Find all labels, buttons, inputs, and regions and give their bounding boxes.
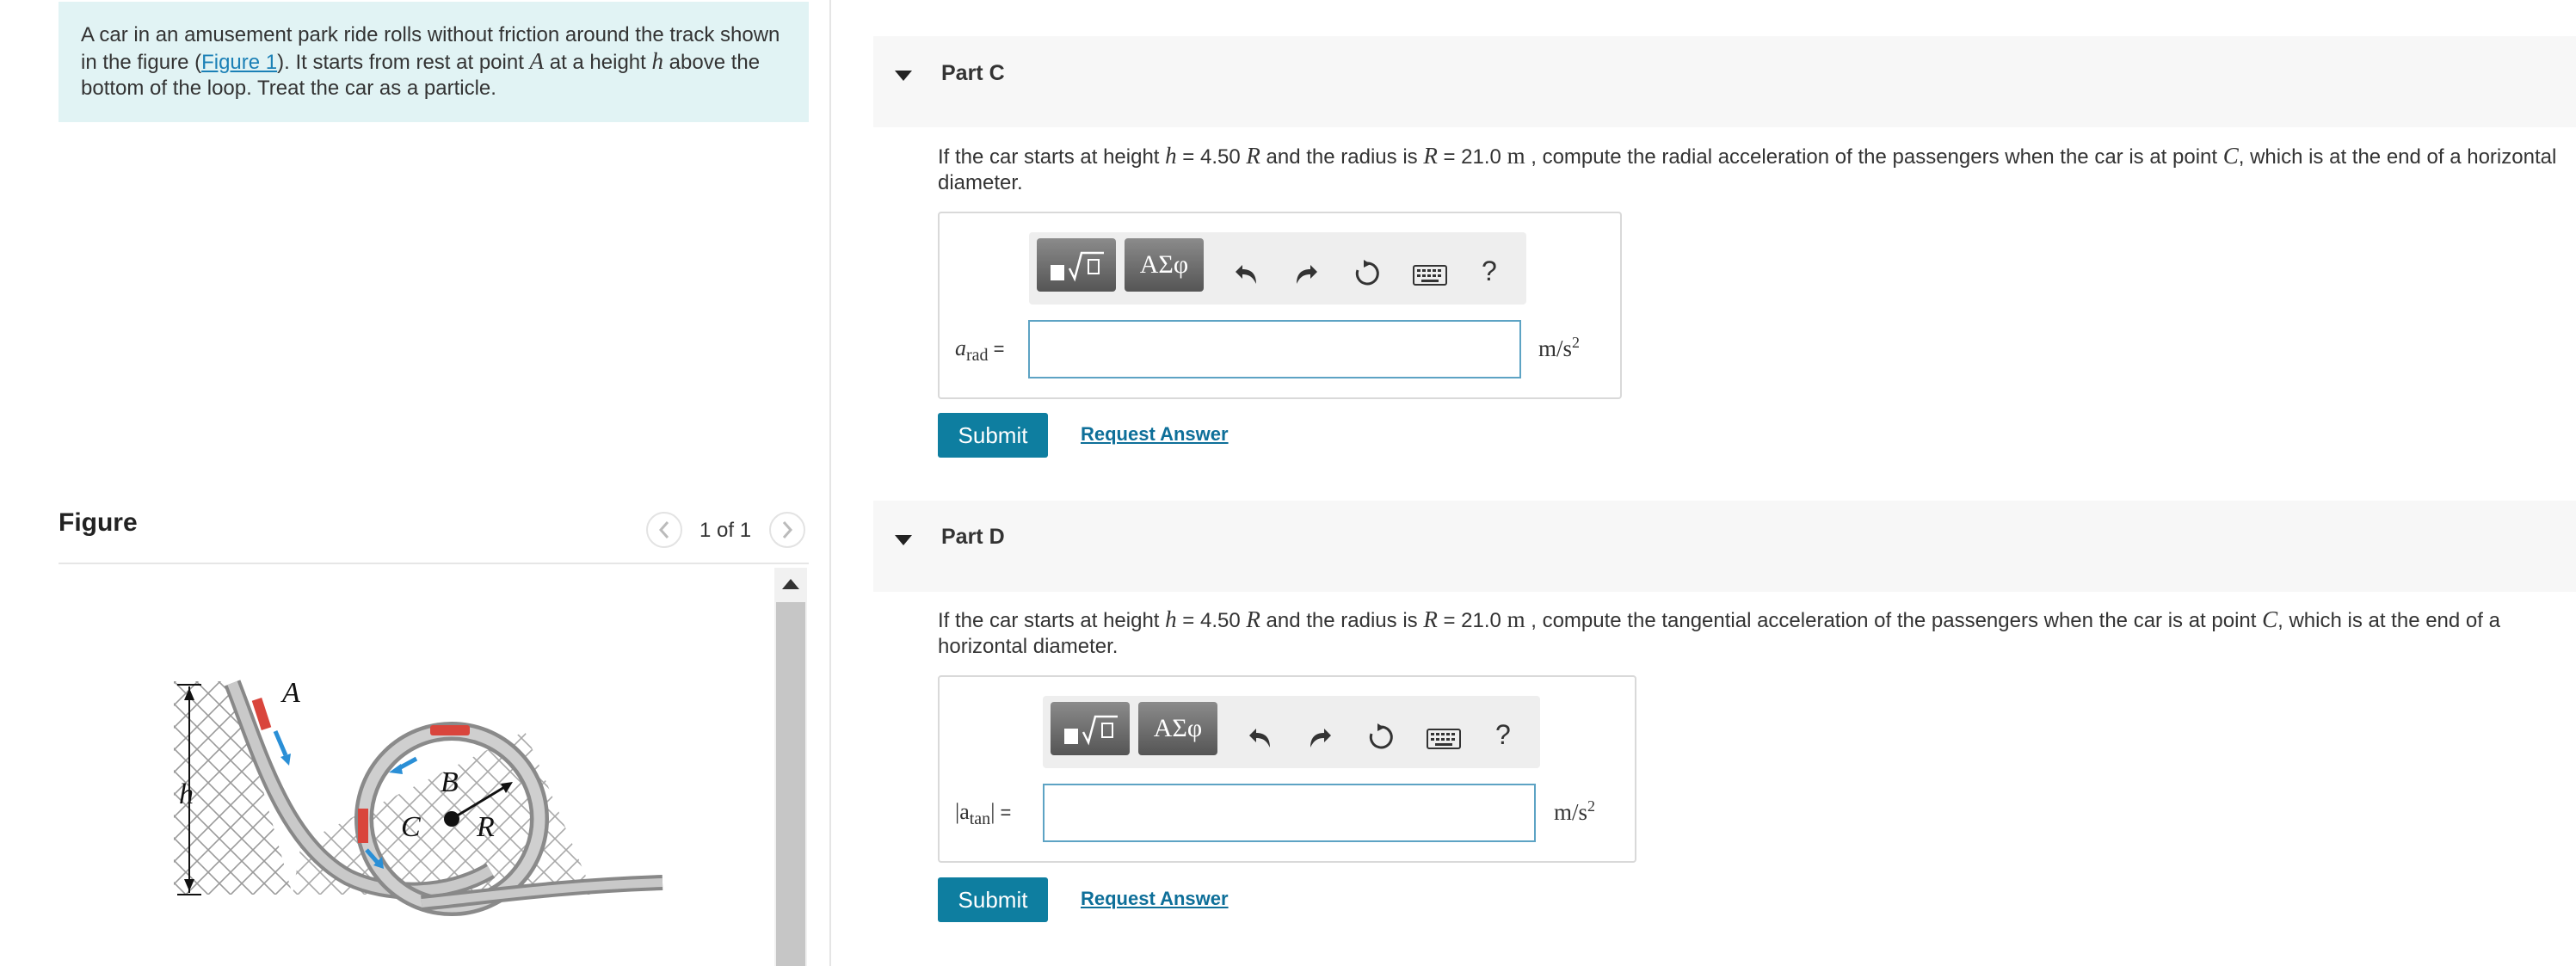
label-h: h [179,778,194,810]
part-c-question: If the car starts at height h = 4.50 R a… [938,143,2557,194]
prev-figure-button[interactable] [646,512,682,548]
car-at-c [358,809,368,843]
part-d-variable-label: |atan| = [955,799,1012,829]
reset-button[interactable] [1362,718,1400,756]
part-d-question: If the car starts at height h = 4.50 R a… [938,606,2500,658]
keyboard-icon [1413,265,1447,286]
figure-title: Figure [59,508,138,537]
templates-button[interactable] [1051,702,1130,755]
undo-icon [1249,729,1270,748]
keyboard-button[interactable] [1409,256,1451,294]
redo-button[interactable] [1303,718,1340,756]
symbols-button[interactable]: ΑΣφ [1138,702,1217,755]
point-a-var: A [529,48,545,74]
roller-coaster-figure: A B C R h [174,677,663,916]
keyboard-icon [1427,729,1461,749]
part-c-request-answer-link[interactable]: Request Answer [1081,423,1229,446]
undo-button[interactable] [1240,718,1278,756]
part-c-submit-button[interactable]: Submit [938,413,1048,458]
help-button[interactable]: ? [1495,719,1511,751]
part-d-answer-input[interactable] [1043,784,1536,842]
reset-icon [1355,260,1379,286]
label-r: R [476,811,495,843]
fraction-sqrt-templates-icon [1064,715,1118,746]
next-figure-button[interactable] [769,512,805,548]
reset-icon [1369,723,1393,749]
help-button[interactable]: ? [1482,255,1497,287]
velocity-arrow-a [273,730,288,756]
symbols-label: ΑΣφ [1139,250,1189,279]
part-c-variable-label: arad = [955,335,1005,366]
fraction-sqrt-templates-icon [1051,251,1104,282]
car-at-b [430,725,470,735]
column-separator [829,0,831,966]
symbols-button[interactable]: ΑΣφ [1125,238,1204,292]
height-var: h [651,48,663,74]
symbols-label: ΑΣφ [1153,714,1203,742]
intro-text: at a height [544,51,652,74]
part-d-unit: m/s2 [1554,797,1596,825]
figure-divider [59,563,809,564]
scroll-up-button[interactable] [778,571,804,597]
keyboard-button[interactable] [1423,720,1464,758]
reset-button[interactable] [1348,255,1386,292]
part-d-submit-button[interactable]: Submit [938,877,1048,922]
collapse-triangle-icon[interactable] [893,65,914,86]
part-d-request-answer-link[interactable]: Request Answer [1081,888,1229,910]
chevron-left-icon [658,521,669,538]
templates-button[interactable] [1037,238,1116,292]
problem-intro: A car in an amusement park ride rolls wi… [59,2,809,122]
redo-icon [1310,729,1331,748]
part-d-label: Part D [941,525,1005,549]
arrow-head [280,754,291,766]
triangle-up-icon [782,579,799,589]
undo-button[interactable] [1226,255,1264,292]
part-c-answer-input[interactable] [1028,320,1521,378]
label-c: C [401,811,421,843]
redo-button[interactable] [1289,255,1327,292]
part-c-unit: m/s2 [1538,334,1581,361]
figure-scrollbar-thumb[interactable] [776,602,805,966]
chevron-right-icon [782,521,793,538]
figure-pager-count: 1 of 1 [699,519,752,542]
part-d-header[interactable] [873,501,2576,592]
intro-text: ). It starts from rest at point [277,51,530,74]
figure-link[interactable]: Figure 1 [201,51,277,74]
part-c-label: Part C [941,61,1005,85]
label-b: B [441,766,459,798]
collapse-triangle-icon[interactable] [893,530,914,551]
label-a: A [280,677,300,709]
part-c-header[interactable] [873,36,2576,127]
redo-icon [1297,265,1317,284]
undo-icon [1236,265,1256,284]
